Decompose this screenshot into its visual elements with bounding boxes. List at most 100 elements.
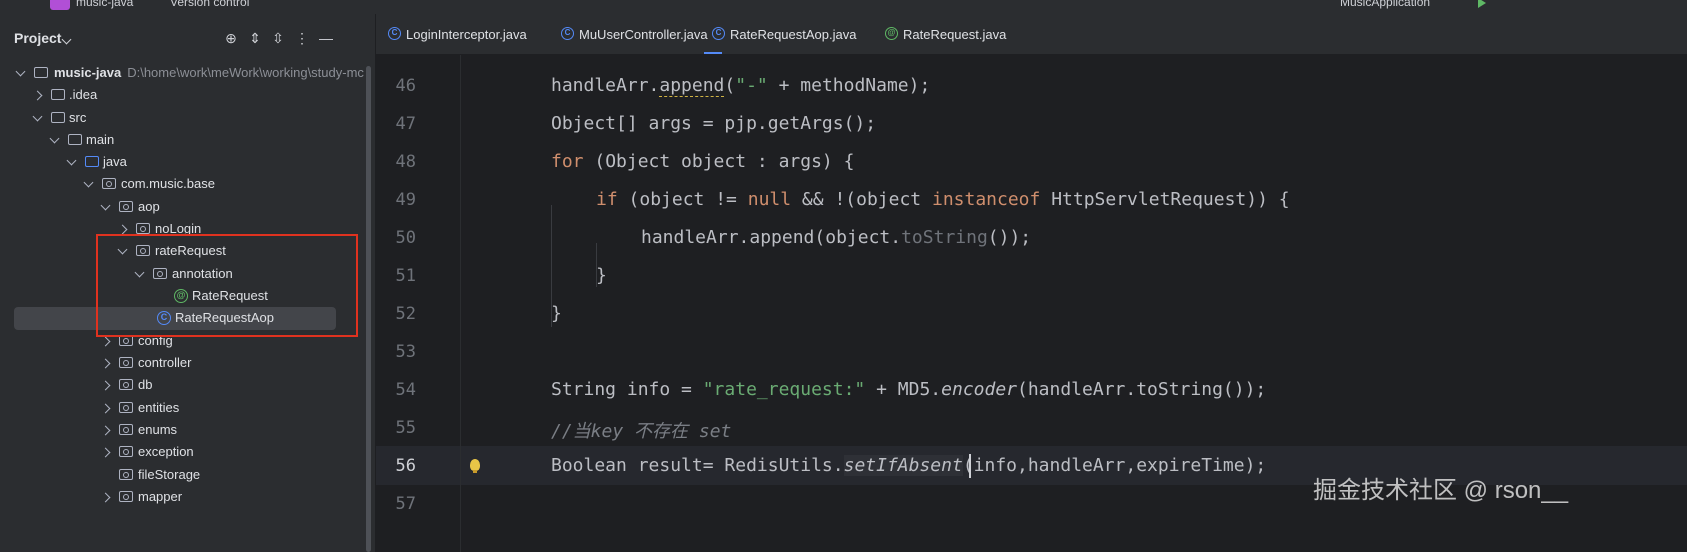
options-icon[interactable]: ⋮ [292,28,312,48]
chevron-right-icon[interactable] [100,380,111,391]
code-line-50: 50 handleArr.append(object.toString()); [376,219,1687,257]
chevron-down-icon[interactable] [66,155,77,166]
code-line-47: 47 Object[] args = pjp.getArgs(); [376,105,1687,143]
code-line-54: 54 String info = "rate_request:" + MD5.e… [376,371,1687,409]
highlight-box [96,234,358,337]
tree-item-label: exception [138,444,194,459]
tree-item-idea[interactable]: .idea [14,84,364,107]
chevron-down-icon[interactable] [15,66,26,77]
hide-icon[interactable]: — [316,28,336,48]
tree-item-label: java [103,154,127,169]
tree-item-entities[interactable]: entities [14,397,364,420]
tab-label: MuUserController.java [579,27,708,42]
package-icon [119,446,133,457]
line-number: 48 [395,152,416,172]
line-number: 56 [395,456,416,476]
chevron-right-icon[interactable] [100,403,111,414]
chevron-down-icon[interactable] [61,34,72,45]
tree-item-com-music-base[interactable]: com.music.base [14,173,364,196]
package-icon [102,178,116,189]
tree-item-label: mapper [138,489,183,504]
line-number: 55 [395,418,416,438]
code-text: for (Object object : args) { [551,151,854,172]
tab-label: RateRequestAop.java [730,27,857,42]
class-icon: C [388,27,401,40]
tree-item-java[interactable]: java [14,151,364,174]
run-icon[interactable] [1478,0,1486,8]
tree-item-aop[interactable]: aop [14,196,364,219]
code-text: String info = "rate_request:" + MD5.enco… [551,379,1266,400]
code-text: handleArr.append(object.toString()); [641,227,1031,248]
chevron-right-icon[interactable] [100,336,111,347]
vcs-menu[interactable]: Version control [170,0,249,9]
tree-item-mapper[interactable]: mapper [14,486,364,509]
code-token: encoder [941,379,1017,400]
chevron-right-icon[interactable] [100,425,111,436]
source-folder-icon [85,156,99,167]
tree-item-filestorage[interactable]: fileStorage [14,464,364,487]
code-line-52: 52 } [376,295,1687,333]
package-icon [119,379,133,390]
code-token: + methodName); [767,75,931,96]
line-number: 50 [395,228,416,248]
code-line-51: 51 } [376,257,1687,295]
project-path: D:\home\work\meWork\working\study-mc [127,65,364,80]
tree-item-label: .idea [69,87,98,102]
chevron-right-icon[interactable] [100,492,111,503]
tree-item-label: main [86,132,115,147]
chevron-right-icon[interactable] [100,358,111,369]
code-token: HttpServletRequest)) { [1040,189,1290,210]
title-bar: music-java Version control MusicApplicat… [0,0,1687,14]
collapse-all-icon[interactable]: ⇳ [268,28,288,48]
package-icon [136,223,150,234]
folder-icon [51,89,65,100]
code-line-46: 46 handleArr.append("-" + methodName); [376,67,1687,105]
chevron-down-icon[interactable] [100,200,111,211]
tree-item-exception[interactable]: exception [14,441,364,464]
code-token: (handleArr.toString()); [1017,379,1267,400]
package-icon [119,201,133,212]
watermark: 掘金技术社区 @ rson__ [1313,477,1569,504]
code-keyword: for [551,151,584,172]
class-icon: C [561,27,574,40]
line-number: 49 [395,190,416,210]
code-text: } [551,303,562,324]
project-name[interactable]: music-java [76,0,133,9]
tree-item-db[interactable]: db [14,374,364,397]
code-token: setIfAbsent [843,455,963,476]
code-token: String info = [551,379,703,400]
code-token: (object != [617,189,748,210]
editor-tabs: C LoginInterceptor.java C MuUserControll… [376,14,1687,55]
chevron-right-icon[interactable] [32,90,43,101]
tab-label: LoginInterceptor.java [406,27,527,42]
chevron-right-icon[interactable] [117,224,128,235]
locate-icon[interactable]: ⊕ [221,28,241,48]
chevron-down-icon[interactable] [83,177,94,188]
code-line-48: 48 for (Object object : args) { [376,143,1687,181]
tree-item-label: com.music.base [121,176,215,191]
tree-item-controller[interactable]: controller [14,352,364,375]
tree-item-enums[interactable]: enums [14,419,364,442]
text-caret [969,454,971,478]
line-number: 54 [395,380,416,400]
project-badge-icon[interactable] [50,0,70,10]
tree-item-main[interactable]: main [14,129,364,152]
code-text: Boolean result= RedisUtils.setIfAbsent(i… [551,455,1266,476]
package-icon [119,469,133,480]
tree-item-music-java[interactable]: music-java D:\home\work\meWork\working\st… [14,62,364,85]
expand-all-icon[interactable]: ⇕ [245,28,265,48]
tree-item-label: music-java D:\home\work\meWork\working\st… [54,65,364,80]
chevron-right-icon[interactable] [100,447,111,458]
project-scrollbar[interactable] [366,66,371,552]
run-config[interactable]: MusicApplication [1340,0,1430,9]
tree-item-label: aop [138,199,160,214]
chevron-down-icon[interactable] [32,111,43,122]
tree-item-src[interactable]: src [14,107,364,130]
chevron-down-icon[interactable] [49,133,60,144]
code-line-55: 55 //当key 不存在 set [376,409,1687,447]
line-number: 46 [395,76,416,96]
project-panel-title[interactable]: Project [14,30,61,46]
code-token: ()); [987,227,1032,248]
class-icon: C [712,27,725,40]
code-token: && !(object [791,189,932,210]
